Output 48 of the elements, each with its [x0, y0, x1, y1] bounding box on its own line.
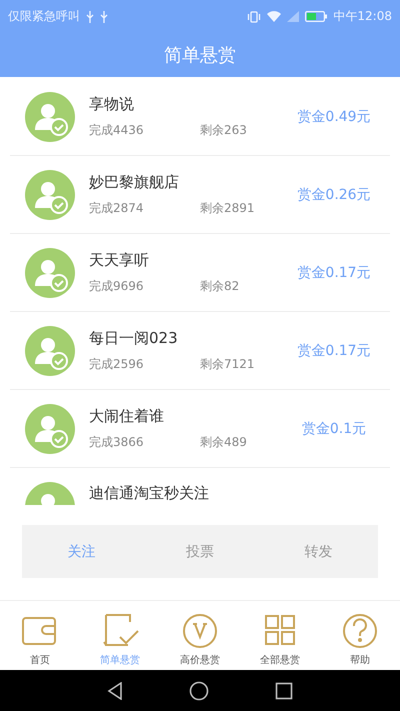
filter-tab[interactable]: 关注 — [22, 525, 141, 578]
nav-tab[interactable]: 高价悬赏 — [160, 601, 240, 670]
filter-tab[interactable]: 投票 — [140, 525, 260, 578]
filter-tab[interactable]: 转发 — [259, 525, 378, 578]
remaining-count: 剩余7121 — [200, 356, 255, 372]
avatar-icon — [25, 92, 75, 142]
home-icon[interactable] — [189, 680, 209, 700]
task-name: 妙巴黎旗舰店 — [89, 172, 180, 192]
completed-count: 完成3866 — [89, 434, 145, 450]
usb-icon — [100, 10, 108, 22]
nav-tab[interactable]: 首页 — [0, 601, 80, 670]
avatar-icon — [25, 248, 75, 298]
reward-amount[interactable]: 赏金0.1元 — [278, 420, 390, 438]
avatar-icon — [25, 170, 75, 220]
nav-tab[interactable]: 简单悬赏 — [80, 601, 160, 670]
reward-amount[interactable]: 赏金0.26元 — [278, 186, 390, 204]
wifi-icon — [267, 11, 282, 22]
remaining-count: 剩余82 — [200, 278, 240, 294]
reward-amount[interactable]: 赏金0.49元 — [278, 108, 390, 126]
carrier-text: 仅限紧急呼叫 — [8, 8, 80, 25]
avatar-icon — [25, 326, 75, 376]
task-name: 天天享听 — [89, 250, 150, 270]
clock-text: 中午12:08 — [333, 8, 392, 25]
recent-apps-icon[interactable] — [275, 682, 293, 700]
avatar-icon — [25, 404, 75, 454]
usb-icon — [86, 10, 94, 22]
nav-tab[interactable]: 全部悬赏 — [240, 601, 320, 670]
page-title: 简单悬赏 — [164, 44, 236, 67]
back-icon[interactable] — [107, 682, 123, 700]
completed-count: 完成4436 — [89, 122, 145, 138]
remaining-count: 剩余489 — [200, 434, 247, 450]
signal-icon — [287, 11, 300, 22]
battery-icon — [305, 11, 328, 22]
completed-count: 完成9696 — [89, 278, 145, 294]
vibrate-icon — [247, 10, 262, 22]
completed-count: 完成2874 — [89, 200, 145, 216]
remaining-count: 剩余2891 — [200, 200, 255, 216]
help-icon — [340, 612, 380, 650]
completed-count: 完成2596 — [89, 356, 145, 372]
task-name: 享物说 — [89, 94, 135, 114]
nav-tab[interactable]: 帮助 — [320, 601, 400, 670]
reward-amount[interactable]: 赏金0.17元 — [278, 264, 390, 282]
reward-amount[interactable]: 赏金0.17元 — [278, 342, 390, 360]
remaining-count: 剩余263 — [200, 122, 247, 138]
task-name: 迪信通淘宝秒关注 — [89, 484, 210, 503]
task-name: 每日一阅023 — [89, 328, 179, 348]
v-circle-icon — [180, 612, 220, 650]
task-name: 大闹住着谁 — [89, 406, 165, 426]
